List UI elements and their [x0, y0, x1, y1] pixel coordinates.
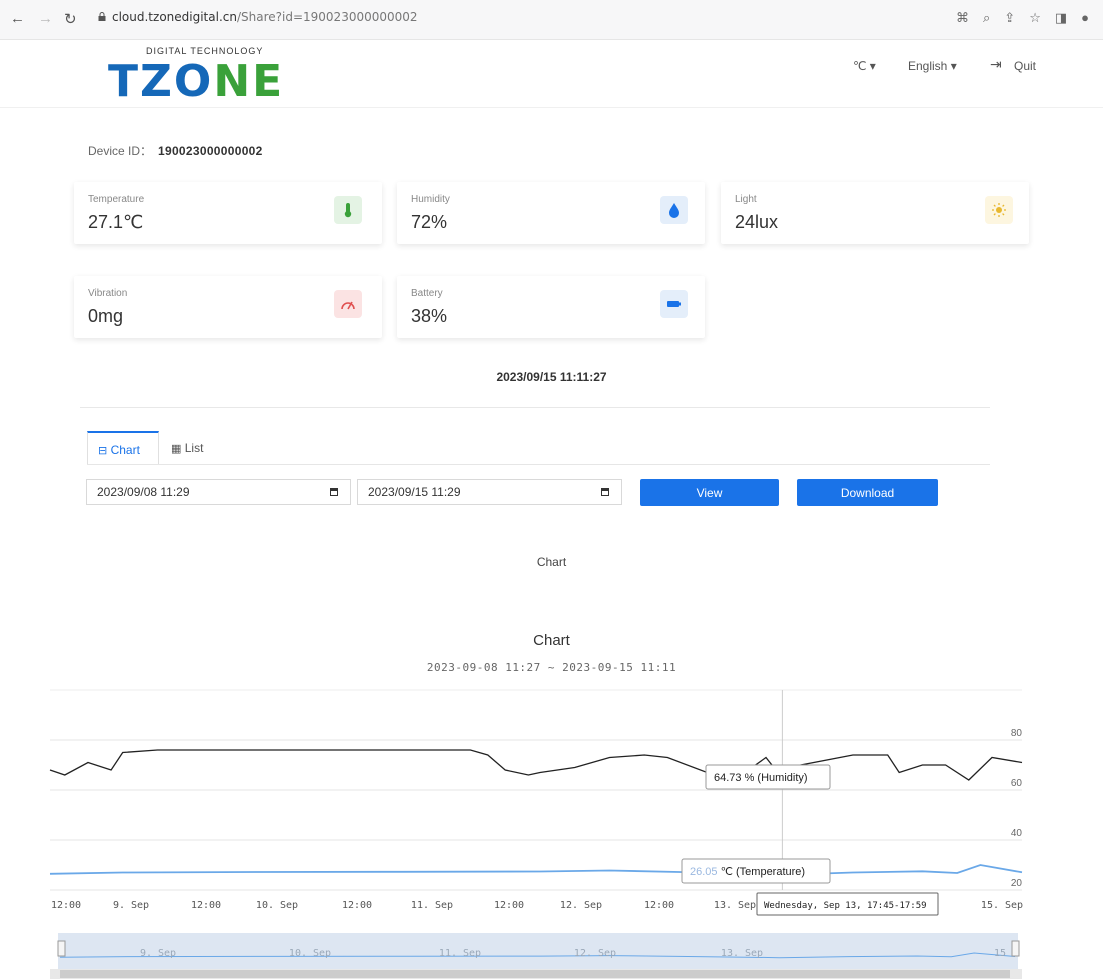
logo-tagline: DIGITAL TECHNOLOGY — [146, 46, 264, 56]
y-tick-label: 60 — [1011, 778, 1023, 789]
section-divider — [80, 407, 990, 408]
x-tick-label: 12:00 — [494, 900, 524, 911]
url-host: cloud.tzonedigital.cn — [112, 10, 237, 24]
tab-chart[interactable]: ⊟ Chart — [87, 431, 159, 465]
sun-icon — [985, 196, 1013, 224]
line-chart[interactable]: 20 40 60 80 64.73 % (Humidity) 26.05 ℃ (Tempe… — [0, 680, 1103, 979]
language-dropdown[interactable]: English ▾ — [908, 59, 957, 73]
card-label: Battery — [411, 288, 443, 299]
device-id-row: Device ID： 190023000000002 — [88, 142, 263, 159]
share-icon[interactable]: ⇪ — [1004, 10, 1015, 26]
navigator-label: 11. Sep — [439, 948, 481, 959]
card-label: Light — [735, 194, 757, 205]
water-drop-icon — [660, 196, 688, 224]
gauge-icon — [334, 290, 362, 318]
navigator-label: 9. Sep — [140, 948, 176, 959]
end-date-value: 2023/09/15 11:29 — [368, 485, 461, 499]
tabs-underline — [87, 464, 990, 465]
x-tick-label: 12:00 — [191, 900, 221, 911]
x-tick-label: 10. Sep — [256, 900, 298, 911]
card-label: Temperature — [88, 194, 145, 205]
chart-caption: Chart — [536, 555, 567, 569]
logo-wordmark: TZONE — [108, 56, 285, 107]
y-tick-label: 80 — [1011, 728, 1023, 739]
profile-icon[interactable]: ● — [1081, 10, 1089, 26]
temperature-card: Temperature 27.1℃ — [74, 182, 382, 244]
sidepanel-icon[interactable]: ◨ — [1055, 10, 1067, 26]
battery-icon — [660, 290, 688, 318]
start-date-input[interactable]: 2023/09/08 11:29 — [86, 479, 351, 505]
tooltip-text: 26.05 ℃ (Temperature) — [690, 866, 805, 878]
x-tick-label: 11. Sep — [411, 900, 453, 911]
start-date-value: 2023/09/08 11:29 — [97, 485, 190, 499]
tab-list[interactable]: ▦ List — [161, 431, 221, 465]
chart-title: Chart — [533, 632, 570, 649]
x-tick-label: 9. Sep — [113, 900, 149, 911]
y-tick-label: 20 — [1011, 878, 1023, 889]
table-icon: ▦ — [171, 443, 182, 455]
x-tick-label: 12:00 — [51, 900, 81, 911]
tab-label: List — [184, 441, 204, 455]
card-value: 38% — [411, 306, 448, 326]
tooltip-time: Wednesday, Sep 13, 17:45-17:59 — [756, 892, 939, 916]
x-tick-label: 12:00 — [342, 900, 372, 911]
navigator-handle[interactable] — [1011, 940, 1020, 957]
thermometer-icon — [334, 196, 362, 224]
logout-icon[interactable]: ⇥ — [990, 56, 1002, 73]
device-id-value: 190023000000002 — [158, 144, 263, 158]
tooltip-temperature: 26.05 ℃ (Temperature) — [681, 858, 831, 884]
zoom-icon[interactable]: ⌕ — [983, 10, 990, 26]
card-label: Vibration — [88, 288, 128, 299]
card-label: Humidity — [411, 194, 450, 205]
navigator-label: 13. Sep — [721, 948, 763, 959]
tooltip-text: 64.73 % (Humidity) — [714, 772, 808, 784]
download-button[interactable]: Download — [797, 479, 938, 506]
device-id-label: Device ID： — [88, 144, 153, 158]
series-line-temperature — [49, 864, 1023, 876]
calendar-icon[interactable] — [601, 488, 609, 496]
humidity-card: Humidity 72% — [397, 182, 705, 244]
browser-toolbar: ← → ↻ cloud.tzonedigital.cn/Share?id=190… — [0, 0, 1103, 40]
chart-tab-icon: ⊟ — [98, 445, 108, 457]
translate-icon[interactable]: ⌘ — [956, 10, 969, 26]
view-button[interactable]: View — [640, 479, 779, 506]
bookmark-star-icon[interactable]: ☆ — [1029, 10, 1041, 26]
address-bar[interactable]: cloud.tzonedigital.cn/Share?id=190023000… — [98, 10, 916, 32]
navigator-label: 10. Sep — [289, 948, 331, 959]
card-value: 27.1℃ — [88, 212, 144, 232]
navigator-selection — [58, 933, 1018, 969]
last-update-timestamp: 2023/09/15 11:11:27 — [496, 370, 607, 384]
x-tick-label: 12:00 — [644, 900, 674, 911]
end-date-input[interactable]: 2023/09/15 11:29 — [357, 479, 622, 505]
tab-label: Chart — [110, 443, 140, 457]
x-tick-label: 15. Sep — [981, 900, 1023, 911]
app-header: DIGITAL TECHNOLOGY TZONE ℃ ▾ English ▾ ⇥… — [0, 40, 1103, 108]
temperature-unit-dropdown[interactable]: ℃ ▾ — [853, 59, 876, 73]
tzone-logo[interactable]: DIGITAL TECHNOLOGY TZONE — [108, 46, 328, 107]
calendar-icon[interactable] — [330, 488, 338, 496]
tooltip-time-text: Wednesday, Sep 13, 17:45-17:59 — [764, 901, 927, 911]
tooltip-humidity: 64.73 % (Humidity) — [705, 764, 831, 790]
navigator-label: 12. Sep — [574, 948, 616, 959]
chart-subtitle: 2023-09-08 11:27 ~ 2023-09-15 11:11 — [426, 661, 677, 674]
card-value: 72% — [411, 212, 448, 232]
light-card: Light 24lux — [721, 182, 1029, 244]
card-value: 0mg — [88, 306, 124, 326]
y-tick-label: 40 — [1011, 828, 1023, 839]
navigator-handle[interactable] — [57, 940, 66, 957]
back-icon[interactable]: ← — [10, 10, 25, 27]
url-path: /Share?id=190023000000002 — [236, 10, 418, 24]
scrollbar-thumb[interactable] — [60, 970, 1010, 978]
x-tick-label: 13. Sep — [714, 900, 756, 911]
series-line-humidity — [49, 749, 1023, 781]
x-tick-label: 12. Sep — [560, 900, 602, 911]
reload-icon[interactable]: ↻ — [64, 10, 77, 28]
vibration-card: Vibration 0mg — [74, 276, 382, 338]
quit-link[interactable]: Quit — [1014, 59, 1036, 73]
battery-card: Battery 38% — [397, 276, 705, 338]
forward-icon[interactable]: → — [38, 10, 53, 27]
card-value: 24lux — [735, 212, 779, 232]
navigator-label: 15 — [994, 948, 1006, 959]
